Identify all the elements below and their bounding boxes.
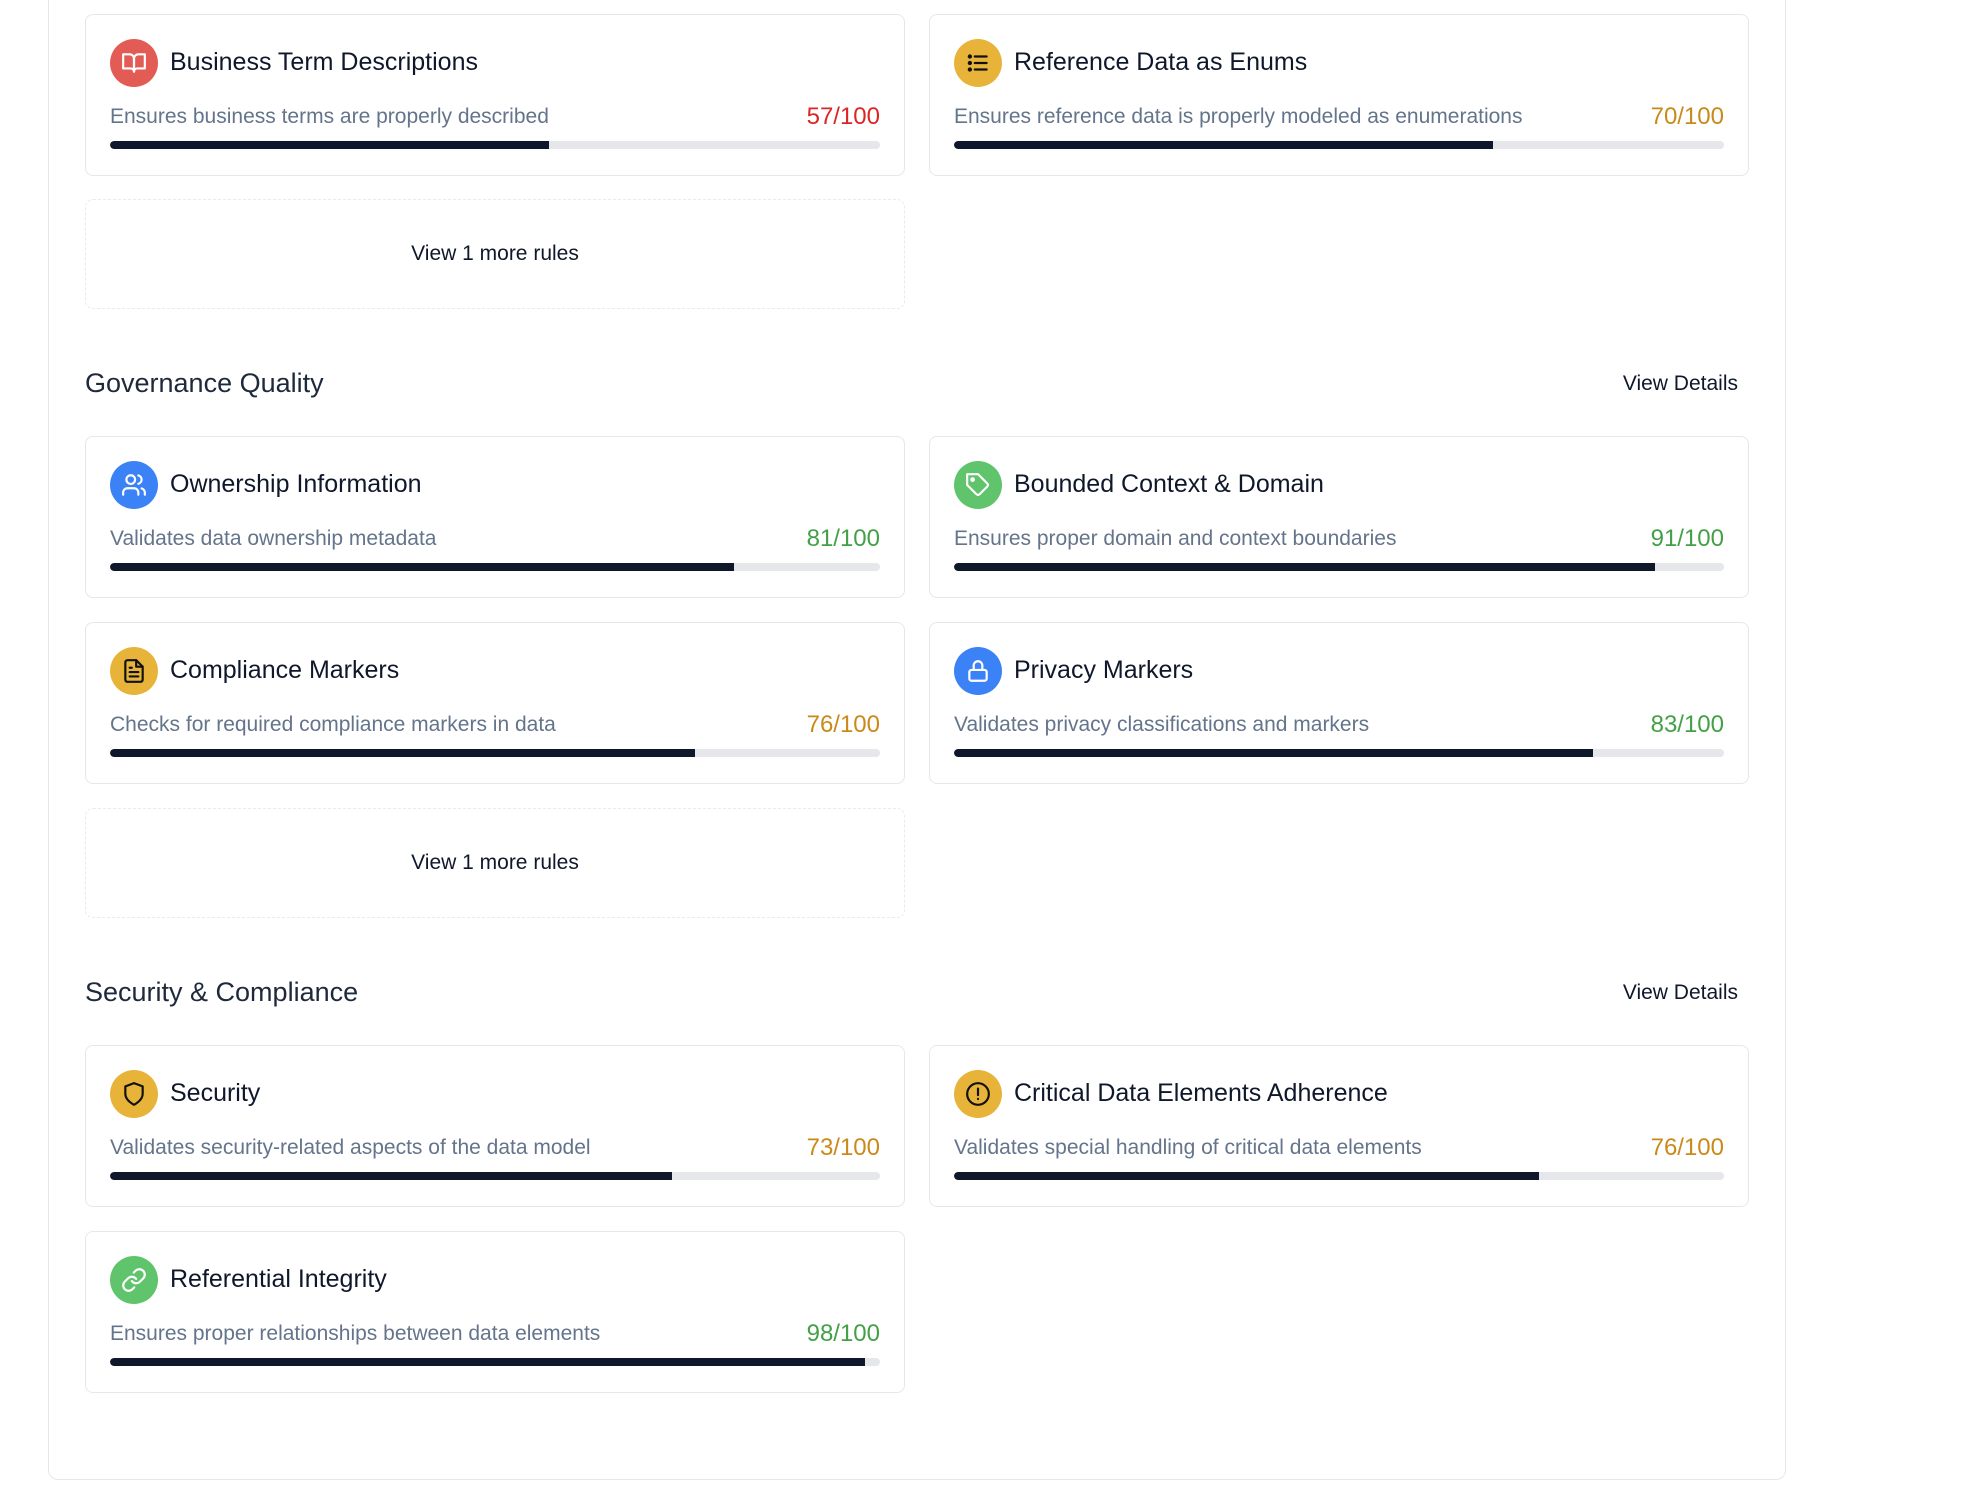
tag-icon bbox=[954, 461, 1002, 509]
score-progress-bar bbox=[954, 563, 1724, 571]
section-title-security-compliance: Security & Compliance bbox=[85, 977, 359, 1007]
score-progress-bar bbox=[110, 749, 880, 757]
score-progress-fill bbox=[110, 141, 549, 149]
book-open-icon bbox=[110, 39, 158, 87]
score-progress-fill bbox=[110, 749, 696, 757]
rule-description: Validates security-related aspects of th… bbox=[110, 1136, 591, 1159]
rule-score: 73/100 bbox=[806, 1134, 880, 1161]
rule-title: Business Term Descriptions bbox=[170, 48, 478, 76]
rule-score: 76/100 bbox=[1650, 1134, 1724, 1161]
lock-icon bbox=[954, 647, 1002, 695]
score-progress-bar bbox=[110, 563, 880, 571]
rule-description: Validates privacy classifications and ma… bbox=[954, 713, 1370, 736]
score-progress-fill bbox=[110, 563, 734, 571]
score-progress-bar bbox=[954, 141, 1724, 149]
users-icon bbox=[110, 461, 158, 509]
score-progress-fill bbox=[954, 563, 1655, 571]
rule-title: Security bbox=[170, 1079, 261, 1107]
rule-card-security[interactable]: Security Validates security-related aspe… bbox=[85, 1045, 905, 1207]
rule-card-critical-data-elements-adherence[interactable]: Critical Data Elements Adherence Validat… bbox=[929, 1045, 1749, 1207]
section-title-governance-quality: Governance Quality bbox=[85, 368, 324, 398]
rule-title: Reference Data as Enums bbox=[1014, 48, 1308, 76]
rule-card-compliance-markers[interactable]: Compliance Markers Checks for required c… bbox=[85, 622, 905, 784]
rule-description: Ensures business terms are properly desc… bbox=[110, 105, 549, 128]
rule-score: 81/100 bbox=[806, 525, 880, 552]
rule-score: 91/100 bbox=[1650, 525, 1724, 552]
rule-card-reference-data-as-enums[interactable]: Reference Data as Enums Ensures referenc… bbox=[929, 14, 1749, 176]
rule-card-bounded-context-domain[interactable]: Bounded Context & Domain Ensures proper … bbox=[929, 436, 1749, 598]
view-more-rules-button[interactable]: View 1 more rules bbox=[85, 808, 905, 918]
rule-card-business-term-descriptions[interactable]: Business Term Descriptions Ensures busin… bbox=[85, 14, 905, 176]
shield-icon bbox=[110, 1070, 158, 1118]
rule-score: 57/100 bbox=[806, 103, 880, 130]
rule-description: Ensures reference data is properly model… bbox=[954, 105, 1523, 128]
rule-title: Compliance Markers bbox=[170, 656, 400, 684]
rule-description: Ensures proper domain and context bounda… bbox=[954, 527, 1397, 550]
score-progress-fill bbox=[954, 749, 1594, 757]
rule-card-ownership-information[interactable]: Ownership Information Validates data own… bbox=[85, 436, 905, 598]
rule-card-referential-integrity[interactable]: Referential Integrity Ensures proper rel… bbox=[85, 1231, 905, 1393]
score-progress-fill bbox=[110, 1172, 673, 1180]
rule-description: Validates data ownership metadata bbox=[110, 527, 437, 550]
document-icon bbox=[110, 647, 158, 695]
rule-description: Validates special handling of critical d… bbox=[954, 1136, 1422, 1159]
rule-card-privacy-markers[interactable]: Privacy Markers Validates privacy classi… bbox=[929, 622, 1749, 784]
rule-title: Referential Integrity bbox=[170, 1265, 387, 1293]
view-details-button[interactable]: View Details bbox=[1623, 981, 1738, 1005]
list-icon bbox=[954, 39, 1002, 87]
view-details-button[interactable]: View Details bbox=[1623, 372, 1738, 396]
score-progress-bar bbox=[954, 749, 1724, 757]
alert-circle-icon bbox=[954, 1070, 1002, 1118]
rule-title: Ownership Information bbox=[170, 470, 422, 498]
score-progress-fill bbox=[954, 1172, 1540, 1180]
score-progress-bar bbox=[110, 141, 880, 149]
rule-score: 70/100 bbox=[1650, 103, 1724, 130]
rule-score: 83/100 bbox=[1650, 711, 1724, 738]
score-progress-fill bbox=[110, 1358, 865, 1366]
rule-description: Ensures proper relationships between dat… bbox=[110, 1322, 601, 1345]
link-icon bbox=[110, 1256, 158, 1304]
rule-score: 76/100 bbox=[806, 711, 880, 738]
rule-title: Privacy Markers bbox=[1014, 656, 1194, 684]
score-progress-fill bbox=[954, 141, 1493, 149]
score-progress-bar bbox=[954, 1172, 1724, 1180]
rule-title: Bounded Context & Domain bbox=[1014, 470, 1324, 498]
rule-score: 98/100 bbox=[806, 1320, 880, 1347]
rule-description: Checks for required compliance markers i… bbox=[110, 713, 556, 736]
view-more-rules-button[interactable]: View 1 more rules bbox=[85, 199, 905, 309]
rule-title: Critical Data Elements Adherence bbox=[1014, 1079, 1388, 1107]
score-progress-bar bbox=[110, 1172, 880, 1180]
score-progress-bar bbox=[110, 1358, 880, 1366]
